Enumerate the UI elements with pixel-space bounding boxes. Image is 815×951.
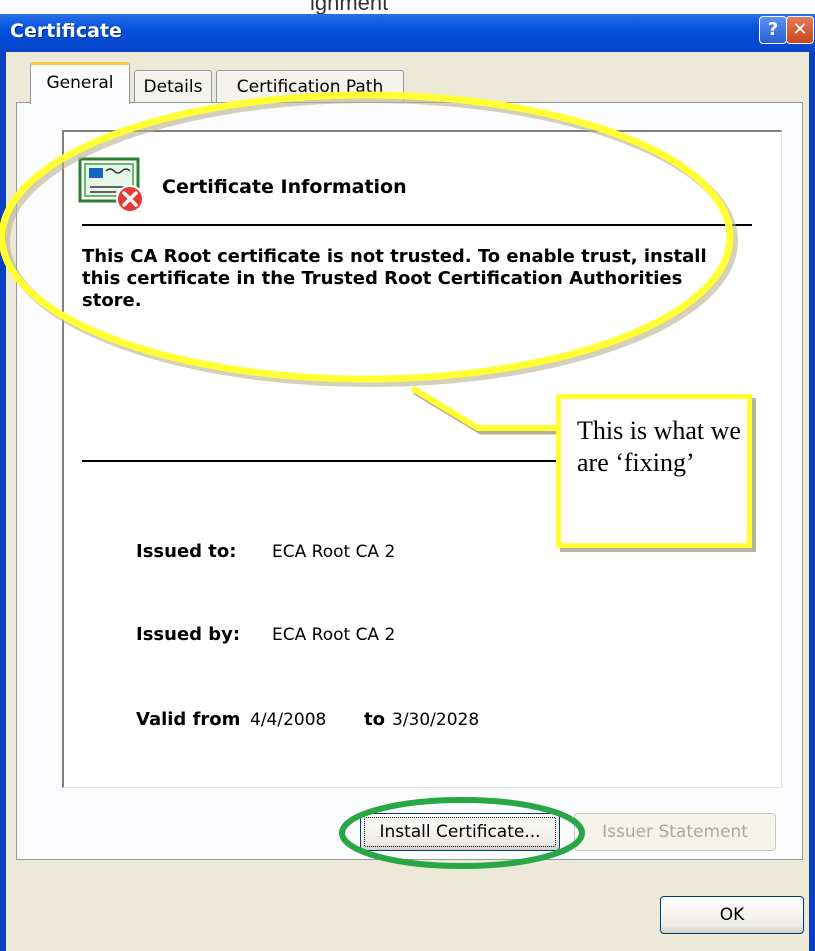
callout-text: This is what we are ‘fixing’	[577, 416, 741, 477]
issuer-statement-button: Issuer Statement	[574, 813, 776, 851]
install-certificate-button[interactable]: Install Certificate...	[360, 813, 560, 851]
ok-button[interactable]: OK	[660, 896, 804, 934]
annotation-callout: This is what we are ‘fixing’	[556, 394, 752, 548]
tab-general[interactable]: General	[30, 62, 130, 104]
valid-to-value: 3/30/2028	[392, 710, 480, 730]
issued-by-label: Issued by:	[136, 624, 241, 645]
window-frame-left	[0, 52, 6, 951]
certificate-error-icon	[78, 157, 144, 213]
focus-ring	[364, 817, 556, 847]
valid-to-label: to	[364, 709, 385, 730]
help-button[interactable]: ?	[759, 16, 787, 44]
close-button[interactable]: ✕	[786, 16, 814, 44]
window-frame-right	[809, 52, 815, 951]
valid-from-label: Valid from	[136, 709, 241, 730]
tab-certification-path[interactable]: Certification Path	[216, 70, 404, 102]
title-bar	[0, 12, 815, 52]
trust-warning-text: This CA Root certificate is not trusted.…	[82, 246, 707, 311]
window-title: Certificate	[10, 20, 122, 42]
valid-from-value: 4/4/2008	[250, 710, 327, 730]
divider	[82, 224, 752, 226]
issued-to-value: ECA Root CA 2	[272, 542, 396, 562]
cropped-header-text: ignment	[0, 0, 815, 14]
info-heading: Certificate Information	[162, 176, 407, 198]
issued-by-value: ECA Root CA 2	[272, 625, 396, 645]
issued-to-label: Issued to:	[136, 541, 237, 562]
tab-details[interactable]: Details	[134, 70, 212, 102]
